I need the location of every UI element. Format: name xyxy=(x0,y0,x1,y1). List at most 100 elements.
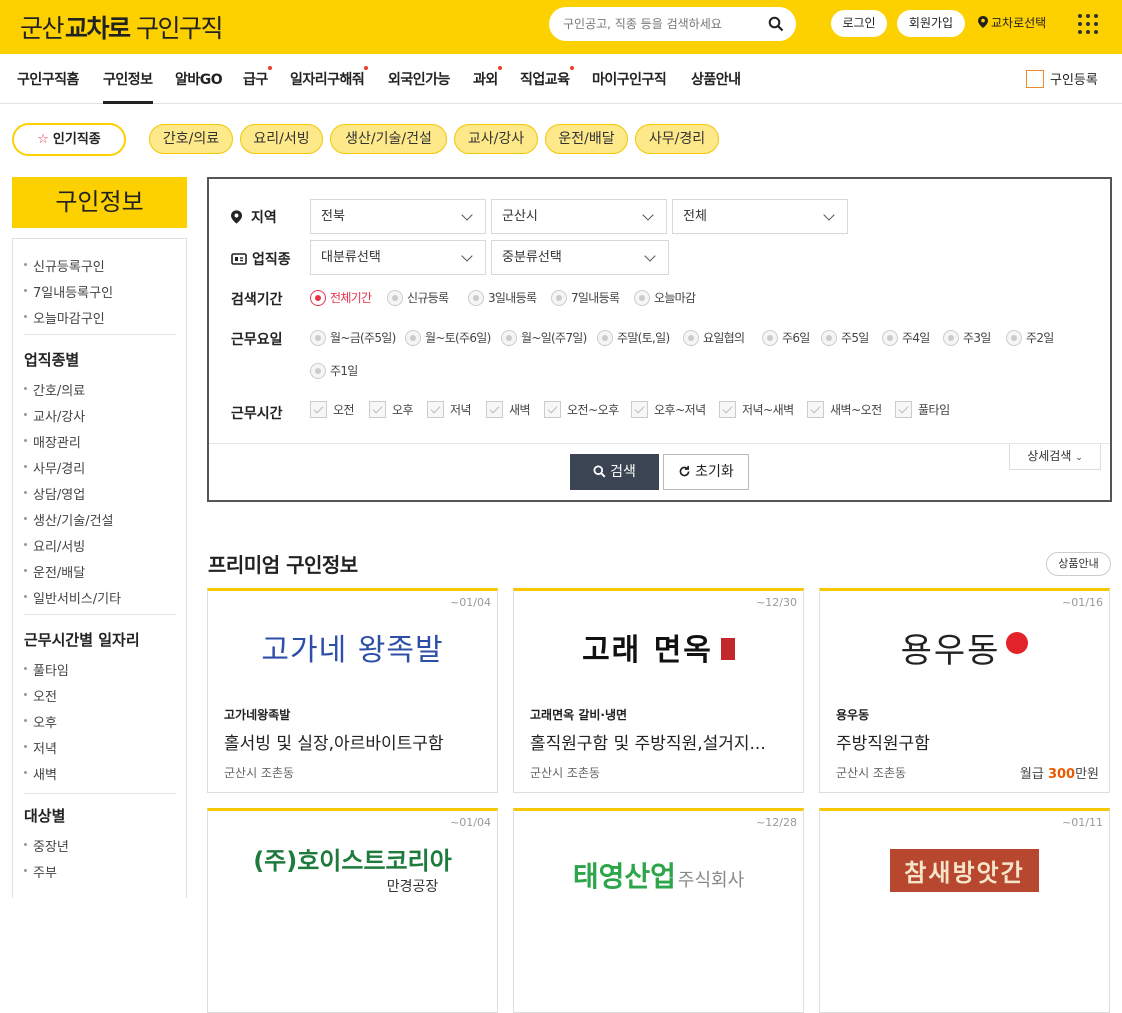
workhours-checkbox[interactable]: 풀타임 xyxy=(895,401,950,418)
seal-icon xyxy=(720,638,735,660)
popular-jobs-button[interactable]: ☆ 인기직종 xyxy=(12,123,126,156)
workdays-radio[interactable]: 주1일 xyxy=(310,362,358,379)
job-card[interactable]: ~01/11 참새방앗간 xyxy=(819,808,1110,1013)
product-info-button[interactable]: 상품안내 xyxy=(1046,552,1111,576)
job-title[interactable]: 홀서빙 및 실장,아르바이트구함 xyxy=(224,729,484,754)
sidebar-heading: 업직종별 xyxy=(24,351,80,369)
sidebar-item[interactable]: 중장년 xyxy=(24,836,69,855)
workhours-checkbox[interactable]: 새벽 xyxy=(486,401,531,418)
job-register-link[interactable]: 구인등록 xyxy=(1026,69,1098,88)
search-icon[interactable] xyxy=(768,16,784,32)
job-card[interactable]: ~01/16 용우동 용우동 주방직원구함 군산시 조촌동 월급 300만원 xyxy=(819,588,1110,793)
period-radio[interactable]: 전체기간 xyxy=(310,289,372,306)
detail-search-toggle[interactable]: 상세검색 ⌄ xyxy=(1009,444,1101,470)
search-button[interactable]: 검색 xyxy=(570,454,659,490)
sidebar-item[interactable]: 사무/경리 xyxy=(23,458,85,477)
workhours-checkbox[interactable]: 오전~오후 xyxy=(544,401,619,418)
workdays-radio[interactable]: 주5일 xyxy=(821,329,869,346)
period-radio[interactable]: 7일내등록 xyxy=(551,289,620,306)
sidebar-item[interactable]: 오늘마감구인 xyxy=(24,308,105,327)
tag-item[interactable]: 요리/서빙 xyxy=(240,124,323,154)
tag-item[interactable]: 운전/배달 xyxy=(545,124,628,154)
join-button[interactable]: 회원가입 xyxy=(897,10,965,37)
nav-tutoring[interactable]: 과외 xyxy=(473,66,502,89)
sidebar-item[interactable]: 주부 xyxy=(24,862,57,881)
job-card[interactable]: ~12/28 태영산업 주식회사 xyxy=(513,808,804,1013)
workdays-radio[interactable]: 월~일(주7일) xyxy=(501,329,587,346)
sidebar-item[interactable]: 운전/배달 xyxy=(23,562,85,581)
nav-urgent[interactable]: 급구 xyxy=(243,66,272,89)
workhours-checkbox[interactable]: 오후~저녁 xyxy=(631,401,706,418)
period-radio[interactable]: 신규등록 xyxy=(387,289,449,306)
sidebar-item[interactable]: 매장관리 xyxy=(24,432,81,451)
menu-grid-icon[interactable] xyxy=(1078,14,1098,34)
nav-product-info[interactable]: 상품안내 xyxy=(691,69,741,89)
workdays-radio[interactable]: 주2일 xyxy=(1006,329,1054,346)
workdays-radio[interactable]: 주3일 xyxy=(943,329,991,346)
workhours-checkbox[interactable]: 오전 xyxy=(310,401,355,418)
nav-alba-go[interactable]: 알바GO xyxy=(175,69,223,89)
nav-foreigner[interactable]: 외국인가능 xyxy=(388,69,450,89)
deadline-date: ~01/11 xyxy=(1062,816,1103,829)
nav-my-page[interactable]: 마이구인구직 xyxy=(592,69,667,89)
sidebar-item[interactable]: 7일내등록구인 xyxy=(23,282,113,301)
sidebar-item[interactable]: 새벽 xyxy=(24,764,57,783)
search-input[interactable] xyxy=(563,14,763,34)
workdays-radio[interactable]: 요일협의 xyxy=(683,329,745,346)
workhours-checkbox[interactable]: 저녁~새벽 xyxy=(719,401,794,418)
company-logo: 태영산업 주식회사 xyxy=(572,860,745,893)
company-name: 용우동 xyxy=(836,708,870,722)
workhours-checkbox[interactable]: 저녁 xyxy=(427,401,472,418)
tag-item[interactable]: 사무/경리 xyxy=(635,124,719,154)
workdays-radio[interactable]: 주말(토,일) xyxy=(597,329,670,346)
nav-job-training[interactable]: 직업교육 xyxy=(520,66,574,89)
job-title[interactable]: 주방직원구함 xyxy=(836,729,1096,754)
sidebar-item[interactable]: 상담/영업 xyxy=(23,484,85,503)
sidebar-item[interactable]: 생산/기술/건설 xyxy=(24,510,114,529)
workdays-radio[interactable]: 주6일 xyxy=(762,329,810,346)
sidebar-item[interactable]: 요리/서빙 xyxy=(23,536,85,555)
location-select[interactable]: 교차로선택 xyxy=(978,10,1046,37)
workhours-checkbox[interactable]: 오후 xyxy=(369,401,414,418)
job-area: 군산시 조촌동 xyxy=(224,766,295,780)
brand-circle-icon xyxy=(1006,632,1029,654)
workhours-checkbox[interactable]: 새벽~오전 xyxy=(807,401,882,418)
period-radio[interactable]: 3일내등록 xyxy=(468,289,537,306)
period-radio[interactable]: 오늘마감 xyxy=(634,289,696,306)
tag-item[interactable]: 생산/기술/건설 xyxy=(330,124,447,154)
job-card[interactable]: ~12/30 고래 면옥 고래면옥 갈비·냉면 홀직원구함 및 주방직원,설거지… xyxy=(513,588,804,793)
sidebar-item[interactable]: 교사/강사 xyxy=(23,406,85,425)
workdays-radio[interactable]: 월~토(주6일) xyxy=(405,329,491,346)
sidebar-item[interactable]: 오전 xyxy=(24,686,57,705)
region-city-select[interactable]: 군산시 xyxy=(491,199,667,234)
sidebar-item[interactable]: 간호/의료 xyxy=(23,380,85,399)
nav-job-info[interactable]: 구인정보 xyxy=(103,69,153,104)
nav-job-home[interactable]: 구인구직홈 xyxy=(17,69,79,89)
sidebar-item[interactable]: 풀타임 xyxy=(24,660,69,679)
job-major-select[interactable]: 대분류선택 xyxy=(310,240,486,275)
job-card[interactable]: ~01/04 (주)호이스트코리아 만경공장 xyxy=(207,808,498,1013)
main-nav: 구인구직홈 구인정보 알바GO 급구 일자리구해줘 외국인가능 과외 직업교육 … xyxy=(0,54,1122,104)
job-card[interactable]: ~01/04 고가네 왕족발 고가네왕족발 홀서빙 및 실장,아르바이트구함 군… xyxy=(207,588,498,793)
job-title[interactable]: 홀직원구함 및 주방직원,설거지... xyxy=(530,729,790,754)
company-logo: 참새방앗간 xyxy=(820,849,1109,921)
login-button[interactable]: 로그인 xyxy=(831,10,887,37)
sidebar-item[interactable]: 신규등록구인 xyxy=(24,256,105,275)
site-logo[interactable]: 군산교차로 구인구직 xyxy=(20,9,224,45)
workdays-radio[interactable]: 월~금(주5일) xyxy=(310,329,396,346)
tag-item[interactable]: 교사/강사 xyxy=(454,124,538,154)
sidebar-title: 구인정보 xyxy=(12,177,187,228)
deadline-date: ~12/30 xyxy=(756,596,797,609)
new-dot-icon xyxy=(267,66,272,70)
job-minor-select[interactable]: 중분류선택 xyxy=(491,240,669,275)
tag-item[interactable]: 간호/의료 xyxy=(149,124,233,154)
reset-button[interactable]: 초기화 xyxy=(663,454,749,490)
region-district-select[interactable]: 전체 xyxy=(672,199,848,234)
sidebar-item[interactable]: 일반서비스/기타 xyxy=(23,588,121,607)
sidebar-item[interactable]: 오후 xyxy=(24,712,57,731)
nav-find-me-job[interactable]: 일자리구해줘 xyxy=(290,66,369,89)
region-province-select[interactable]: 전북 xyxy=(310,199,486,234)
workdays-radio[interactable]: 주4일 xyxy=(882,329,930,346)
job-area: 군산시 조촌동 xyxy=(530,766,601,780)
sidebar-item[interactable]: 저녁 xyxy=(24,738,57,757)
